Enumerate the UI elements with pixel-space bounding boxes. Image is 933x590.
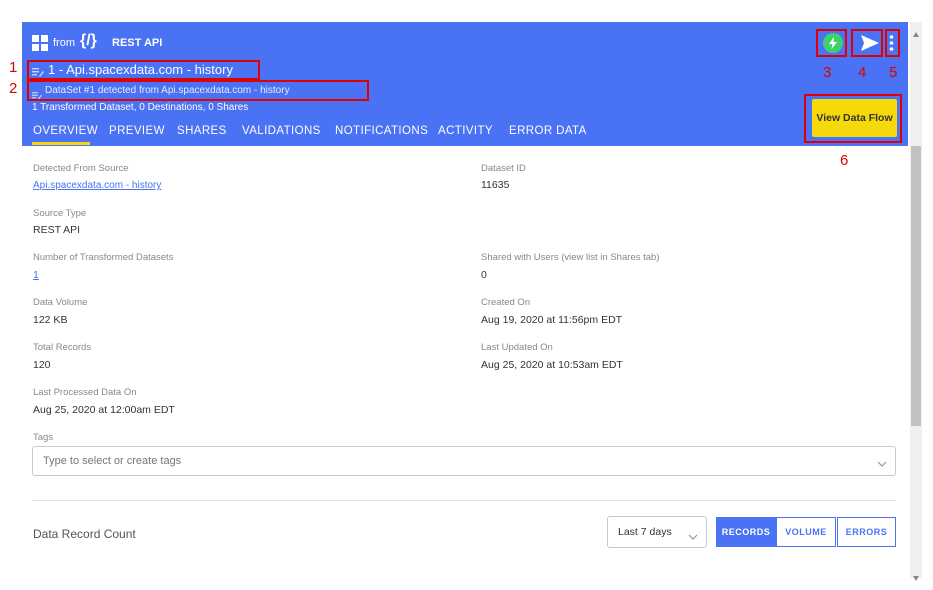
shared-users-value: 0 <box>481 269 487 281</box>
tags-input[interactable]: Type to select or create tags <box>32 446 896 476</box>
tags-placeholder: Type to select or create tags <box>43 455 182 467</box>
tags-label: Tags <box>33 432 54 443</box>
data-volume-value: 122 KB <box>33 314 68 326</box>
annotation-box <box>851 29 883 57</box>
tab-shares[interactable]: SHARES <box>177 125 227 137</box>
volume-button[interactable]: VOLUME <box>776 517 836 547</box>
detected-from-link[interactable]: Api.spacexdata.com - history <box>33 180 161 191</box>
annotation-number: 6 <box>840 152 849 169</box>
annotation-number: 4 <box>858 64 867 81</box>
last-updated-label: Last Updated On <box>481 342 553 353</box>
source-type-label: REST API <box>112 37 163 49</box>
section-divider <box>32 500 896 501</box>
tab-error-data[interactable]: ERROR DATA <box>509 125 587 137</box>
total-records-value: 120 <box>33 359 51 371</box>
num-transformed-label: Number of Transformed Datasets <box>33 252 174 263</box>
tab-notifications[interactable]: NOTIFICATIONS <box>335 125 428 137</box>
tab-activity[interactable]: ACTIVITY <box>438 125 493 137</box>
annotation-box <box>27 60 260 80</box>
annotation-box <box>27 80 369 101</box>
tab-validations[interactable]: VALIDATIONS <box>242 125 321 137</box>
scrollbar-thumb[interactable] <box>911 146 921 426</box>
scroll-down-arrow[interactable] <box>913 568 919 586</box>
source-type-field-label: Source Type <box>33 208 87 219</box>
time-range-select[interactable]: Last 7 days <box>607 516 707 548</box>
annotation-number: 5 <box>889 64 898 81</box>
active-tab-indicator <box>32 142 90 145</box>
last-processed-value: Aug 25, 2020 at 12:00am EDT <box>33 404 175 416</box>
errors-button[interactable]: ERRORS <box>837 517 896 547</box>
annotation-box <box>804 94 902 143</box>
annotation-number: 3 <box>823 64 832 81</box>
dataset-summary: 1 Transformed Dataset, 0 Destinations, 0… <box>32 102 249 113</box>
source-type-value: REST API <box>33 224 81 236</box>
dataset-id-value: 11635 <box>481 179 510 191</box>
created-on-value: Aug 19, 2020 at 11:56pm EDT <box>481 314 623 326</box>
annotation-box <box>816 29 847 57</box>
tab-preview[interactable]: PREVIEW <box>109 125 165 137</box>
grid-icon <box>32 35 48 51</box>
total-records-label: Total Records <box>33 342 92 353</box>
created-on-label: Created On <box>481 297 531 308</box>
detected-from-label: Detected From Source <box>33 163 129 174</box>
chevron-down-icon <box>877 455 887 473</box>
source-from-label: from <box>53 37 75 49</box>
data-volume-label: Data Volume <box>33 297 88 308</box>
volume-button-label: VOLUME <box>785 527 827 537</box>
num-transformed-link[interactable]: 1 <box>33 269 39 281</box>
records-button-label: RECORDS <box>721 527 771 537</box>
time-range-value: Last 7 days <box>618 526 672 538</box>
shared-users-label: Shared with Users (view list in Shares t… <box>481 252 660 263</box>
last-updated-value: Aug 25, 2020 at 10:53am EDT <box>481 359 623 371</box>
annotation-number: 1 <box>9 59 18 76</box>
errors-button-label: ERRORS <box>845 527 888 537</box>
tab-overview[interactable]: OVERVIEW <box>33 125 98 137</box>
annotation-box <box>885 29 900 57</box>
dataset-id-label: Dataset ID <box>481 163 526 174</box>
annotation-number: 2 <box>9 80 18 97</box>
records-button[interactable]: RECORDS <box>716 517 776 547</box>
api-icon: {/} <box>80 32 97 49</box>
chevron-down-icon <box>688 528 698 546</box>
scroll-up-arrow[interactable] <box>913 24 919 42</box>
last-processed-label: Last Processed Data On <box>33 387 137 398</box>
record-count-title: Data Record Count <box>33 527 136 541</box>
